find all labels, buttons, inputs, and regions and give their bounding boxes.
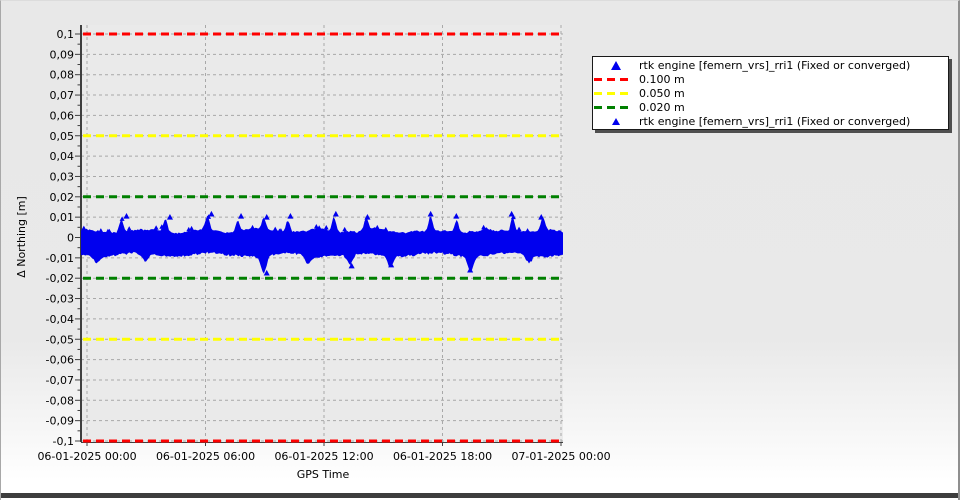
triangle-marker-icon — [593, 117, 639, 125]
y-tick-label: 0,09 — [50, 48, 75, 61]
y-tick-label: 0,08 — [50, 69, 75, 82]
y-tick-label: -0,1 — [53, 435, 74, 448]
legend-label: 0.050 m — [639, 86, 685, 100]
y-tick-label: 0,06 — [50, 109, 75, 122]
y-tick-label: 0,03 — [50, 170, 75, 183]
legend-item: 0.100 m — [593, 73, 948, 87]
legend-label: 0.100 m — [639, 73, 685, 87]
window-bottom-bar — [1, 493, 958, 498]
legend-item: rtk engine [femern_vrs]_rri1 (Fixed or c… — [593, 59, 948, 73]
y-tick-label: -0,07 — [46, 374, 74, 387]
legend-label: rtk engine [femern_vrs]_rri1 (Fixed or c… — [639, 59, 911, 73]
y-tick-label: 0,07 — [50, 89, 75, 102]
y-tick-label: 0,05 — [50, 130, 75, 143]
dash-line-icon — [593, 78, 639, 82]
legend-item: 0.020 m — [593, 100, 948, 114]
y-tick-label: -0,05 — [46, 333, 74, 346]
y-tick-label: 0,1 — [57, 28, 75, 41]
triangle-marker-icon — [593, 61, 639, 71]
y-tick-label: 0 — [67, 232, 74, 245]
y-tick-label: -0,02 — [46, 272, 74, 285]
timeseries-plot[interactable]: Δ Northing [m] GPS Time 0,1 0,09 0,08 0,07 0… — [1, 1, 621, 500]
y-tick-label: 0,04 — [50, 150, 75, 163]
dash-line-icon — [593, 91, 639, 95]
y-tick-label: -0,03 — [46, 293, 74, 306]
y-tick-label: -0,09 — [46, 415, 74, 428]
x-tick-label: 06-01-2025 06:00 — [156, 450, 255, 463]
dash-line-icon — [593, 105, 639, 109]
x-tick-label: 06-01-2025 18:00 — [393, 450, 492, 463]
app-window: Δ Northing [m] GPS Time 0,1 0,09 0,08 0,07 0… — [0, 0, 960, 500]
legend: rtk engine [femern_vrs]_rri1 (Fixed or c… — [592, 56, 949, 130]
y-axis-title: Δ Northing [m] — [15, 196, 28, 278]
y-tick-label: 0,01 — [50, 211, 75, 224]
y-tick-label: 0,02 — [50, 191, 75, 204]
legend-label: rtk engine [femern_vrs]_rri1 (Fixed or c… — [639, 114, 911, 128]
legend-item: rtk engine [femern_vrs]_rri1 (Fixed or c… — [593, 114, 948, 128]
y-tick-label: -0,08 — [46, 394, 74, 407]
y-tick-label: -0,06 — [46, 354, 74, 367]
x-tick-label: 06-01-2025 12:00 — [274, 450, 373, 463]
x-tick-label: 07-01-2025 00:00 — [511, 450, 610, 463]
y-tick-label: -0,01 — [46, 252, 74, 265]
legend-item: 0.050 m — [593, 87, 948, 101]
y-tick-label: -0,04 — [46, 313, 74, 326]
legend-label: 0.020 m — [639, 100, 685, 114]
x-tick-label: 06-01-2025 00:00 — [37, 450, 136, 463]
x-axis-title: GPS Time — [297, 468, 350, 481]
